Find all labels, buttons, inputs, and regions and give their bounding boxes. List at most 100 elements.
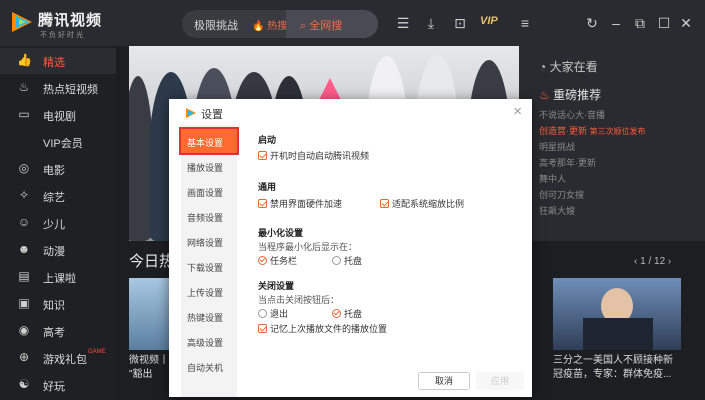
radio-unchecked-icon[interactable]: [258, 309, 267, 318]
game-badge: GAME: [88, 349, 106, 355]
sidebar-item-game-gift[interactable]: ⊕ 游戏礼包 GAME: [0, 345, 116, 371]
video-thumbnail[interactable]: [553, 278, 681, 350]
sidebar-item-featured[interactable]: 👍 精选: [0, 48, 116, 74]
apply-button[interactable]: 应用: [476, 372, 524, 390]
game-icon[interactable]: ⊡: [451, 14, 469, 32]
refresh-icon[interactable]: ↻: [584, 14, 600, 32]
maximize-icon[interactable]: ☐: [656, 14, 672, 32]
tab-download-settings[interactable]: 下载设置: [181, 254, 237, 278]
minimize-icon[interactable]: –: [608, 14, 624, 32]
sidebar-item-label: 电视剧: [43, 111, 76, 123]
tab-advanced-settings[interactable]: 高级设置: [181, 329, 237, 353]
search-box[interactable]: 极限挑战 🔥 热搜榜 ⌕ 全网搜: [182, 10, 378, 38]
close-icon[interactable]: ✕: [678, 14, 694, 32]
sidebar-item-tv[interactable]: ▭ 电视剧: [0, 102, 116, 128]
cancel-button[interactable]: 取消: [418, 372, 470, 390]
tab-basic-settings[interactable]: 基本设置: [179, 127, 239, 155]
video-caption[interactable]: 三分之一美国人不顾接种新 冠疫苗，专家：群体免疫...: [553, 354, 673, 382]
sidebar-item-fun[interactable]: ☯ 好玩: [0, 372, 116, 398]
search-input[interactable]: 极限挑战: [194, 17, 238, 33]
settings-dialog: 设置 × 基本设置 播放设置 画面设置 音频设置 网络设置 下载设置 上传设置 …: [169, 99, 532, 397]
list-item[interactable]: 创可刀女搜: [539, 188, 646, 204]
sidebar-item-label: 热点短视频: [43, 84, 98, 96]
section-close-title: 关闭设置: [258, 281, 295, 291]
list-item[interactable]: 创造营·更新 第三次顺位发布: [539, 124, 646, 140]
list-item[interactable]: 明星挑战: [539, 140, 646, 156]
sidebar-item-label: 高考: [43, 327, 65, 339]
exam-icon: ◉: [18, 323, 30, 337]
eye-icon: ◔: [539, 60, 550, 74]
tencent-video-logo-icon[interactable]: [8, 8, 36, 36]
sidebar-item-movie[interactable]: ◎ 电影: [0, 156, 116, 182]
sidebar-item-vip[interactable]: VIP会员: [0, 129, 116, 155]
recommend-title: ♨ 重磅推荐: [539, 88, 602, 102]
list-item[interactable]: 不说话心大·音播: [539, 108, 646, 124]
tab-picture-settings[interactable]: 画面设置: [181, 179, 237, 203]
tab-auto-shutdown[interactable]: 自动关机: [181, 354, 237, 378]
radio-checked-icon[interactable]: [332, 309, 341, 318]
sidebar-item-class[interactable]: ▤ 上课啦: [0, 264, 116, 290]
brand-name: 腾讯视频: [38, 12, 103, 29]
mini-mode-icon[interactable]: ⧉: [632, 14, 648, 32]
fun-icon: ☯: [18, 377, 30, 391]
brand-slogan: 不负好时光: [40, 32, 85, 39]
tab-playback-settings[interactable]: 播放设置: [181, 154, 237, 178]
section-minimize-title: 最小化设置: [258, 228, 304, 238]
checkbox-checked-icon[interactable]: [258, 324, 267, 333]
radio-unchecked-icon[interactable]: [332, 256, 341, 265]
pager: ‹ 1 / 12 ›: [634, 256, 672, 267]
video-caption[interactable]: 微视频丨 "豁出: [129, 354, 169, 382]
system-scaling-option[interactable]: 适配系统缩放比例: [380, 197, 464, 210]
sidebar-item-label: 知识: [43, 300, 65, 312]
close-tray-option[interactable]: 托盘: [332, 307, 362, 320]
sidebar-item-label: 电影: [43, 165, 65, 177]
checkbox-checked-icon[interactable]: [380, 199, 389, 208]
close-icon[interactable]: ×: [513, 103, 522, 120]
tab-upload-settings[interactable]: 上传设置: [181, 279, 237, 303]
sidebar-item-exam[interactable]: ◉ 高考: [0, 318, 116, 344]
list-item[interactable]: 舞中人: [539, 172, 646, 188]
star-icon: ✧: [18, 188, 30, 202]
recommend-list: 不说话心大·音播 创造营·更新 第三次顺位发布 明星挑战 高考那年·更新 舞中人…: [539, 108, 646, 220]
vip-button[interactable]: VIP: [480, 15, 498, 27]
sidebar-item-label: 动漫: [43, 246, 65, 258]
checkbox-checked-icon[interactable]: [258, 199, 267, 208]
sidebar-item-short-video[interactable]: ♨ 热点短视频: [0, 75, 116, 101]
book-icon: ▤: [18, 269, 30, 283]
remember-position-option[interactable]: 记忆上次播放文件的播放位置: [258, 322, 387, 335]
tab-hotkey-settings[interactable]: 热键设置: [181, 304, 237, 328]
sidebar-item-anime[interactable]: ☻ 动漫: [0, 237, 116, 263]
checkbox-checked-icon[interactable]: [258, 151, 267, 160]
minimize-taskbar-option[interactable]: 任务栏: [258, 254, 297, 267]
sidebar-item-knowledge[interactable]: ▣ 知识: [0, 291, 116, 317]
radio-checked-icon[interactable]: [258, 256, 267, 265]
section-startup-title: 启动: [258, 135, 277, 145]
history-icon[interactable]: ☰: [394, 14, 412, 32]
sidebar-item-variety[interactable]: ✧ 综艺: [0, 183, 116, 209]
tv-icon: ▭: [18, 107, 30, 121]
minimize-tray-option[interactable]: 托盘: [332, 254, 362, 267]
list-item[interactable]: 高考那年·更新: [539, 156, 646, 172]
sidebar-item-kids[interactable]: ☺ 少儿: [0, 210, 116, 236]
download-icon[interactable]: ⤓: [422, 14, 440, 32]
sidebar-item-label: 好玩: [43, 381, 65, 393]
film-icon: ◎: [18, 161, 30, 175]
sidebar-item-label: VIP会员: [43, 138, 83, 150]
sidebar-item-label: 上课啦: [43, 273, 76, 285]
menu-icon[interactable]: ≡: [516, 14, 534, 32]
tab-audio-settings[interactable]: 音频设置: [181, 204, 237, 228]
search-icon: ⌕: [300, 20, 310, 32]
close-exit-option[interactable]: 退出: [258, 307, 288, 320]
video-thumbnail[interactable]: [129, 278, 169, 350]
sidebar-item-label: 少儿: [43, 219, 65, 231]
search-all-button[interactable]: ⌕ 全网搜: [286, 10, 378, 38]
tencent-video-logo-icon: [186, 108, 196, 118]
search-button-label: 全网搜: [309, 20, 343, 32]
startup-autostart-option[interactable]: 开机时自动启动腾讯视频: [258, 149, 369, 162]
section-general-title: 通用: [258, 182, 277, 192]
tab-network-settings[interactable]: 网络设置: [181, 229, 237, 253]
anime-icon: ☻: [17, 242, 31, 256]
chevron-right-icon[interactable]: ›: [668, 256, 671, 267]
list-item[interactable]: 狂飙大嫂: [539, 204, 646, 220]
disable-hw-accel-option[interactable]: 禁用界面硬件加速: [258, 197, 342, 210]
